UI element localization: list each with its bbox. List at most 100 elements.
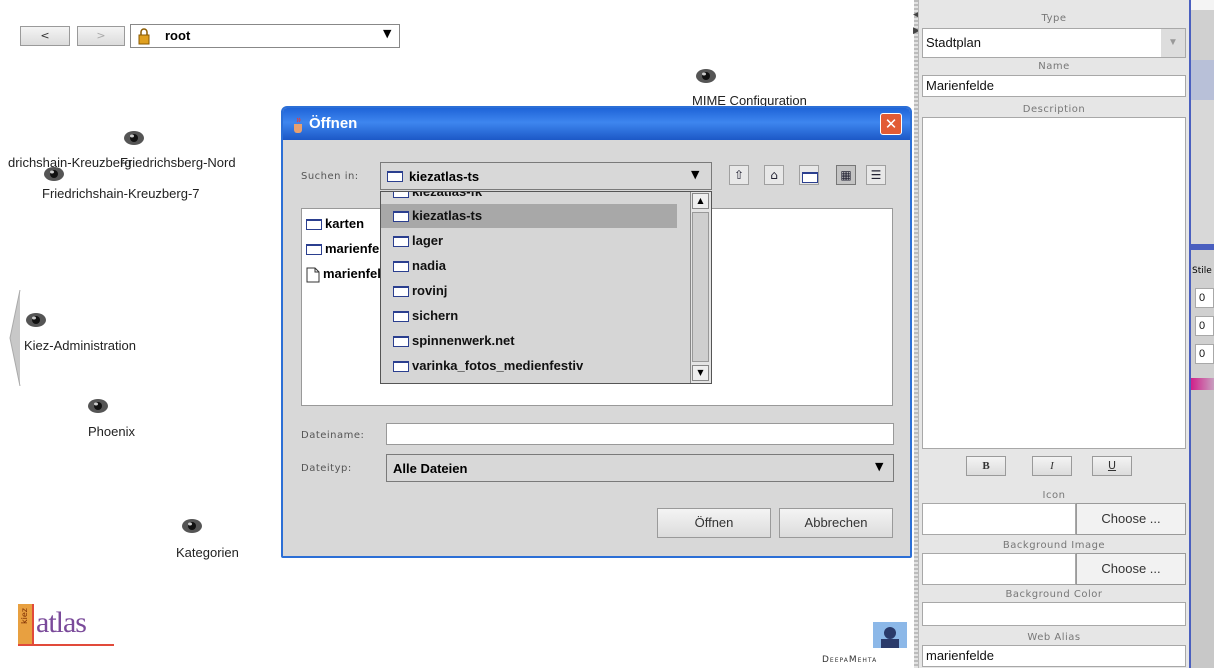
node-label-phoenix[interactable]: Phoenix <box>88 424 135 439</box>
scroll-down-icon[interactable]: ▼ <box>692 365 709 381</box>
logo-kiez-text: kiez <box>20 608 29 624</box>
filetype-select[interactable]: Alle Dateien ▼ <box>386 454 894 482</box>
java-cup-icon <box>294 117 302 133</box>
node-label-kategorien[interactable]: Kategorien <box>176 545 239 560</box>
dialog-titlebar[interactable]: Öffnen ✕ <box>283 108 910 140</box>
web-alias-label: Web Alias <box>1027 632 1081 643</box>
filetype-value: Alle Dateien <box>393 461 468 476</box>
location-select[interactable]: root ▼ <box>130 24 400 48</box>
dropdown-item-label: nadia <box>412 258 446 273</box>
name-field[interactable]: Marienfelde <box>922 75 1186 97</box>
folder-icon <box>393 311 409 323</box>
home-icon: ⌂ <box>770 168 778 182</box>
chevron-down-icon: ▼ <box>875 460 884 473</box>
dropdown-item-label: varinka_fotos_medienfestiv <box>412 358 584 373</box>
back-button[interactable]: < <box>20 26 70 46</box>
chevron-down-icon: ▼ <box>383 27 392 40</box>
folder-icon <box>393 211 409 223</box>
eye-icon[interactable] <box>26 312 46 328</box>
new-folder-button[interactable] <box>799 165 819 185</box>
description-textarea[interactable] <box>922 117 1186 449</box>
details-view-button[interactable]: ☰ <box>866 165 886 185</box>
icon-label: Icon <box>1042 490 1066 501</box>
look-in-select[interactable]: kiezatlas-ts ▼ <box>380 162 712 190</box>
node-label-fk-nord[interactable]: drichshain-Kreuzberg <box>8 155 132 170</box>
node-label-kiez-admin[interactable]: Kiez-Administration <box>24 338 136 353</box>
dropdown-item-label: spinnenwerk.net <box>412 333 515 348</box>
node-label-fk-nord-b[interactable]: Friedrichsberg-Nord <box>120 155 236 170</box>
look-in-dropdown[interactable]: kiezatlas-fk kiezatlas-ts lager nadia ro… <box>380 191 712 384</box>
kiezatlas-logo: kiez atlas <box>18 604 118 650</box>
folder-icon <box>393 236 409 248</box>
dropdown-item[interactable]: sichern <box>381 304 677 328</box>
underline-button[interactable]: U <box>1092 456 1132 476</box>
filename-input[interactable] <box>386 423 894 445</box>
italic-button[interactable]: I <box>1032 456 1072 476</box>
dropdown-item-label: kiezatlas-ts <box>412 208 483 223</box>
eye-icon[interactable] <box>696 68 716 84</box>
stile-field-1[interactable]: 0 <box>1195 288 1214 308</box>
list-item[interactable]: karten <box>306 216 364 231</box>
list-view-icon: ▦ <box>840 168 852 182</box>
forward-button[interactable]: > <box>77 26 125 46</box>
side-handle-icon[interactable] <box>8 290 22 386</box>
logo-atlas-text: atlas <box>36 606 87 639</box>
dropdown-item-label: sichern <box>412 308 459 323</box>
scroll-thumb[interactable] <box>692 212 709 362</box>
eye-icon[interactable] <box>182 518 202 534</box>
dropdown-item-selected[interactable]: kiezatlas-ts <box>381 204 677 228</box>
folder-icon <box>387 169 406 184</box>
folder-icon <box>393 286 409 298</box>
location-value: root <box>165 28 191 43</box>
folder-icon <box>393 261 409 273</box>
dropdown-item[interactable]: nadia <box>381 254 677 278</box>
dialog-title: Öffnen <box>309 115 358 132</box>
dropdown-item-label: rovinj <box>412 283 448 298</box>
type-select[interactable]: Stadtplan ▼ <box>922 28 1186 58</box>
dropdown-item[interactable]: spinnenwerk.net <box>381 329 677 353</box>
home-button[interactable]: ⌂ <box>764 165 784 185</box>
dropdown-scrollbar[interactable]: ▲ ▼ <box>690 192 711 383</box>
dropdown-item[interactable]: lager <box>381 229 677 253</box>
list-view-button[interactable]: ▦ <box>836 165 856 185</box>
eye-icon[interactable] <box>124 130 144 146</box>
cancel-button[interactable]: Abbrechen <box>779 508 893 538</box>
folder-icon <box>306 219 322 231</box>
dropdown-item[interactable]: kiezatlas-fk <box>381 191 677 204</box>
bold-button[interactable]: B <box>966 456 1006 476</box>
up-folder-button[interactable]: ⇧ <box>729 165 749 185</box>
icon-choose-button[interactable]: Choose ... <box>1076 503 1186 535</box>
node-label-fk-b: Friedrichsberg-Nord <box>120 155 236 170</box>
bg-image-field[interactable] <box>922 553 1076 585</box>
bg-color-label: Background Color <box>1005 589 1103 600</box>
close-icon: ✕ <box>884 115 898 133</box>
filename-label: Dateiname: <box>301 430 365 441</box>
file-name: karten <box>325 216 365 231</box>
stile-field-3[interactable]: 0 <box>1195 344 1214 364</box>
property-panel: Type Stadtplan ▼ Name Marienfelde Descri… <box>918 0 1189 668</box>
folder-icon <box>306 244 322 256</box>
folder-icon <box>393 336 409 348</box>
close-button[interactable]: ✕ <box>880 113 902 135</box>
eye-icon[interactable] <box>88 398 108 414</box>
node-label-fk7[interactable]: Friedrichshain-Kreuzberg-7 <box>42 186 200 201</box>
description-label: Description <box>1022 104 1086 115</box>
brand-label: DeepaMehta <box>822 655 878 665</box>
type-value: Stadtplan <box>926 35 981 50</box>
scroll-up-icon[interactable]: ▲ <box>692 193 709 209</box>
open-button[interactable]: Öffnen <box>657 508 771 538</box>
bg-image-choose-button[interactable]: Choose ... <box>1076 553 1186 585</box>
new-folder-icon <box>801 171 818 183</box>
filetype-label: Dateityp: <box>301 463 352 474</box>
dropdown-item[interactable]: rovinj <box>381 279 677 303</box>
far-right-panel: Stile 0 0 0 <box>1189 0 1214 668</box>
dropdown-item-label: kiezatlas-fk <box>412 191 483 199</box>
stile-field-2[interactable]: 0 <box>1195 316 1214 336</box>
web-alias-field[interactable]: marienfelde <box>922 645 1186 667</box>
dropdown-item-label: lager <box>412 233 444 248</box>
dropdown-item[interactable]: varinka_fotos_medienfestiv <box>381 354 677 378</box>
node-label-fk-a: drichshain-Kreuzberg <box>8 155 132 170</box>
up-folder-icon: ⇧ <box>733 168 745 182</box>
bg-color-field[interactable] <box>922 602 1186 626</box>
icon-field[interactable] <box>922 503 1076 535</box>
